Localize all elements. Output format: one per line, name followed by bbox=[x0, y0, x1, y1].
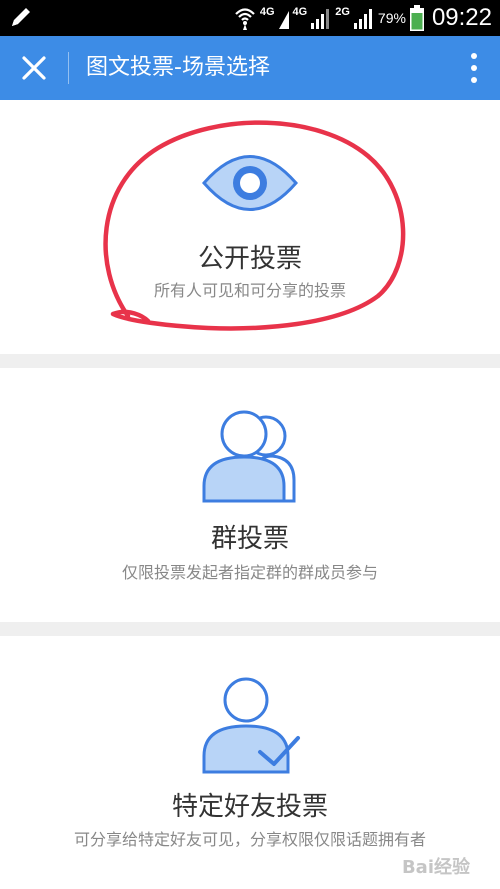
more-vert-icon bbox=[471, 53, 477, 83]
option-title: 群投票 bbox=[210, 524, 289, 554]
signal-icon bbox=[278, 11, 289, 29]
wifi-hotspot-icon bbox=[235, 8, 255, 30]
section-divider bbox=[0, 354, 500, 368]
more-options-button[interactable] bbox=[462, 46, 486, 90]
status-indicators: 4G 4G 2G 79% 09:22 bbox=[234, 0, 492, 36]
option-specific-friends-vote[interactable]: 特定好友投票 可分享给特定好友可见，分享权限仅限话题拥有者 bbox=[0, 636, 500, 889]
network-label-2: 4G bbox=[292, 6, 308, 18]
page-title: 图文投票-场景选择 bbox=[86, 55, 270, 80]
section-divider bbox=[0, 622, 500, 636]
close-button[interactable] bbox=[10, 44, 58, 92]
signal-bars-icon bbox=[311, 9, 330, 29]
status-bar: 4G 4G 2G 79% 09:22 bbox=[0, 0, 500, 36]
signal-bars-icon-2 bbox=[353, 9, 372, 29]
option-description: 可分享给特定好友可见，分享权限仅限话题拥有者 bbox=[73, 830, 426, 849]
network-label-3: 2G bbox=[335, 6, 350, 18]
option-description: 仅限投票发起者指定群的群成员参与 bbox=[121, 563, 378, 582]
group-icon bbox=[202, 410, 296, 503]
option-group-vote[interactable]: 群投票 仅限投票发起者指定群的群成员参与 bbox=[0, 368, 500, 622]
option-public-vote[interactable]: 公开投票 所有人可见和可分享的投票 bbox=[0, 100, 500, 354]
network-label-1: 4G bbox=[259, 6, 275, 18]
watermark: Bai经验 bbox=[401, 857, 470, 878]
app-bar-divider bbox=[68, 52, 69, 84]
hand-drawn-circle-annotation bbox=[103, 120, 406, 331]
person-check-icon bbox=[202, 677, 300, 774]
close-icon bbox=[22, 56, 46, 80]
option-title: 特定好友投票 bbox=[171, 792, 328, 822]
battery-icon bbox=[409, 5, 424, 31]
app-bar: 图文投票-场景选择 bbox=[0, 36, 500, 100]
edit-pencil-icon bbox=[12, 8, 30, 26]
clock: 09:22 bbox=[431, 4, 492, 31]
battery-percent: 79% bbox=[377, 10, 406, 26]
